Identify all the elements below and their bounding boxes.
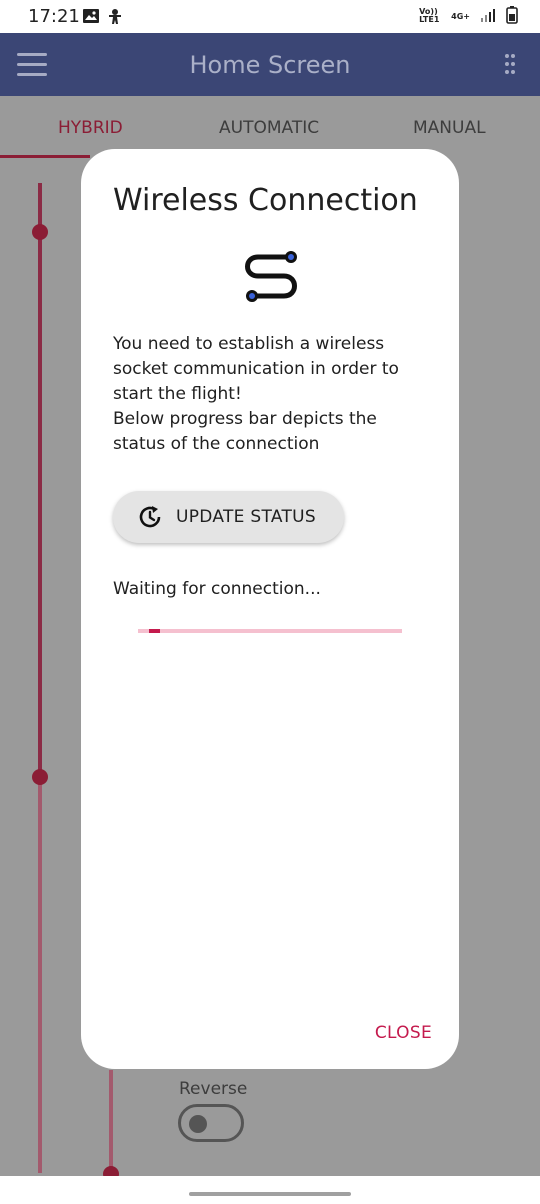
image-icon <box>82 8 100 28</box>
reverse-toggle[interactable] <box>178 1104 244 1142</box>
update-clock-icon <box>137 504 163 530</box>
update-status-label: UPDATE STATUS <box>176 507 317 527</box>
slider-thumb-top[interactable] <box>32 224 48 240</box>
overflow-dots-icon[interactable] <box>504 53 516 75</box>
battery-icon <box>506 6 518 26</box>
secondary-slider-track[interactable] <box>109 1070 113 1174</box>
close-button[interactable]: CLOSE <box>375 1023 432 1043</box>
dialog-message-line: You need to establish a wireless socket … <box>113 334 399 404</box>
vertical-slider-track-lower <box>38 779 42 1173</box>
slider-thumb-middle[interactable] <box>32 769 48 785</box>
status-time: 17:21 <box>28 6 80 27</box>
volte-label: Vo)) LTE1 <box>419 7 440 24</box>
signal-icon <box>480 8 496 24</box>
dialog-title: Wireless Connection <box>113 183 418 218</box>
wireless-connection-dialog: Wireless Connection You need to establis… <box>81 149 459 1069</box>
reverse-label: Reverse <box>179 1079 248 1099</box>
accessibility-icon <box>106 8 124 30</box>
tab-hybrid[interactable]: HYBRID <box>58 118 123 138</box>
network-label: 4G+ <box>451 11 470 21</box>
tab-manual[interactable]: MANUAL <box>413 118 486 138</box>
progress-fill <box>149 629 160 633</box>
app-bar: Home Screen <box>0 33 540 96</box>
connection-progress-bar <box>138 629 402 633</box>
page-title: Home Screen <box>189 51 351 79</box>
tab-indicator <box>0 155 90 158</box>
update-status-button[interactable]: UPDATE STATUS <box>113 491 344 543</box>
dialog-message: You need to establish a wireless socket … <box>113 332 431 457</box>
dialog-message-line: Below progress bar depicts the status of… <box>113 409 377 454</box>
connection-path-icon <box>236 241 306 311</box>
toggle-knob <box>189 1115 207 1133</box>
status-bar: 17:21 Vo)) LTE1 4G+ <box>0 0 540 33</box>
navigation-bar <box>0 1176 540 1204</box>
gesture-handle[interactable] <box>189 1192 351 1196</box>
tab-automatic[interactable]: AUTOMATIC <box>219 118 319 138</box>
connection-status-text: Waiting for connection... <box>113 579 321 599</box>
